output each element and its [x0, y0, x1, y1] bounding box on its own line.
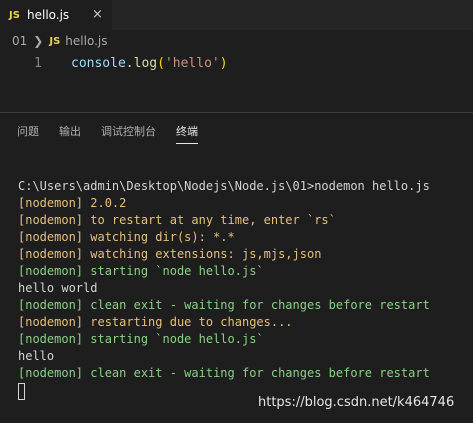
terminal-line: [nodemon] starting `node hello.js` — [18, 332, 264, 346]
active-tab-underline — [176, 143, 198, 144]
panel-tabs: 问题 输出 调试控制台 终端 — [0, 113, 473, 149]
terminal-cursor — [18, 383, 25, 400]
code-token-string: 'hello' — [164, 56, 220, 71]
tab-debug-console[interactable]: 调试控制台 — [101, 123, 156, 139]
breadcrumb-folder[interactable]: 01 — [12, 34, 27, 48]
tab-terminal[interactable]: 终端 — [176, 123, 198, 139]
code-token-dot: . — [125, 56, 134, 71]
terminal-line: [nodemon] clean exit - waiting for chang… — [18, 366, 430, 380]
terminal-line: [nodemon] watching dir(s): *.* — [18, 230, 235, 244]
js-file-icon: JS — [49, 35, 61, 47]
terminal-line: [nodemon] starting `node hello.js` — [18, 264, 264, 278]
code-line[interactable]: console.log('hello') — [71, 56, 228, 71]
close-icon[interactable]: × — [92, 7, 103, 23]
js-file-icon: JS — [9, 9, 20, 21]
breadcrumb: 01 ❯ JS hello.js — [0, 31, 473, 51]
terminal-line: hello — [18, 349, 55, 363]
terminal-line: hello world — [18, 281, 98, 295]
terminal-line: [nodemon] restarting due to changes... — [18, 315, 293, 329]
code-token-paren-open: ( — [157, 56, 165, 71]
terminal-line: [nodemon] clean exit - waiting for chang… — [18, 298, 430, 312]
terminal-line: C:\Users\admin\Desktop\Nodejs\Node.js\01… — [18, 179, 430, 193]
breadcrumb-file[interactable]: hello.js — [65, 34, 107, 48]
code-editor[interactable]: 1 console.log('hello') — [0, 52, 473, 76]
line-number: 1 — [34, 56, 42, 71]
terminal-line: [nodemon] to restart at any time, enter … — [18, 213, 336, 227]
chevron-right-icon: ❯ — [33, 34, 44, 48]
terminal-output[interactable]: C:\Users\admin\Desktop\Nodejs\Node.js\01… — [18, 161, 430, 400]
code-token-paren-close: ) — [219, 56, 228, 71]
tab-output[interactable]: 输出 — [59, 123, 81, 139]
code-token-function: log — [133, 56, 158, 71]
editor-tab-bar: JS hello.js × — [0, 0, 473, 30]
watermark: https://blog.csdn.net/k464746 — [258, 395, 455, 410]
tab-label: hello.js — [27, 8, 70, 22]
terminal-line: [nodemon] 2.0.2 — [18, 196, 127, 210]
tab-problems[interactable]: 问题 — [17, 123, 39, 139]
terminal-line: [nodemon] watching extensions: js,mjs,js… — [18, 247, 322, 261]
tab-hello-js[interactable]: JS hello.js × — [0, 0, 112, 30]
code-token-object: console — [71, 56, 126, 71]
